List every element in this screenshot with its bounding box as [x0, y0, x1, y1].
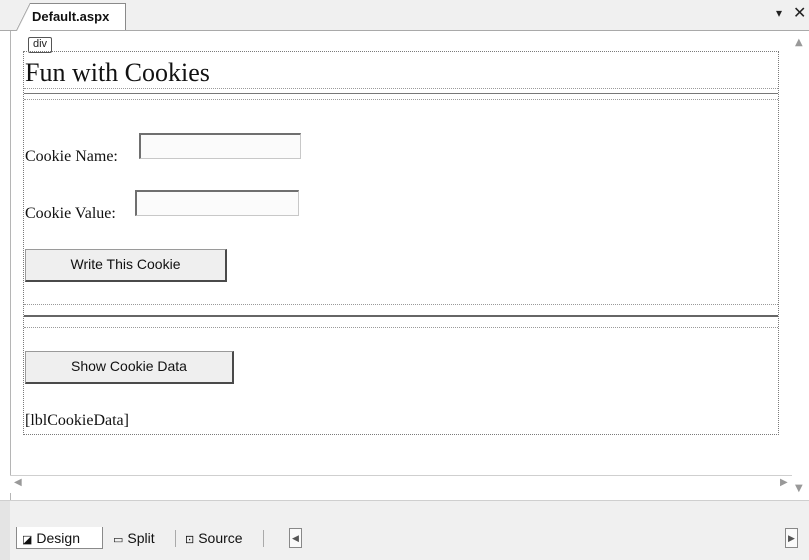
page-heading[interactable]: Fun with Cookies [25, 58, 210, 88]
rule-line [24, 315, 778, 317]
tag-navigator-left-icon[interactable]: ◀ [289, 528, 302, 548]
vertical-scrollbar[interactable]: ▲ ▼ [792, 31, 809, 501]
horizontal-rule-1[interactable] [24, 88, 778, 100]
split-view-icon: ▭ [113, 534, 124, 546]
scroll-up-icon[interactable]: ▲ [795, 37, 803, 48]
write-cookie-button[interactable]: Write This Cookie [25, 249, 227, 282]
view-separator [263, 530, 264, 547]
design-view-button[interactable]: ◪ Design [16, 527, 103, 549]
scroll-down-icon[interactable]: ▼ [795, 483, 803, 494]
source-view-icon: ⊡ [185, 534, 195, 546]
view-switcher-bar: ◪ Design ▭ Split ⊡ Source ◀ ▶ [0, 500, 809, 560]
source-view-label: Source [198, 530, 243, 546]
cookie-value-input[interactable] [135, 190, 299, 216]
bar-gutter [0, 501, 10, 560]
tab-title: Default.aspx [32, 9, 110, 24]
window-list-dropdown-icon[interactable]: ▾ [776, 6, 782, 20]
cookie-value-label: Cookie Value: [25, 205, 116, 222]
cookie-data-label[interactable]: [lblCookieData] [25, 412, 129, 430]
document-tab-strip: Default.aspx ▾ ✕ [0, 0, 809, 31]
rule-line [24, 93, 778, 94]
show-cookie-data-button[interactable]: Show Cookie Data [25, 351, 234, 384]
cookie-name-input[interactable] [139, 133, 301, 159]
source-view-button[interactable]: ⊡ Source [180, 527, 260, 549]
tag-navigator-right-icon[interactable]: ▶ [785, 528, 798, 548]
horizontal-rule-2[interactable] [24, 304, 778, 328]
horizontal-scrollbar[interactable]: ◀ ▶ [10, 475, 792, 493]
design-view-label: Design [36, 530, 80, 546]
close-document-icon[interactable]: ✕ [793, 3, 806, 22]
design-view-icon: ◪ [22, 534, 33, 546]
tab-default-aspx[interactable]: Default.aspx [16, 3, 126, 31]
split-view-button[interactable]: ▭ Split [108, 527, 172, 549]
view-separator [175, 530, 176, 547]
cookie-name-label: Cookie Name: [25, 148, 118, 165]
scroll-right-icon[interactable]: ▶ [780, 477, 788, 488]
scroll-left-icon[interactable]: ◀ [14, 477, 22, 488]
split-view-label: Split [127, 530, 155, 546]
